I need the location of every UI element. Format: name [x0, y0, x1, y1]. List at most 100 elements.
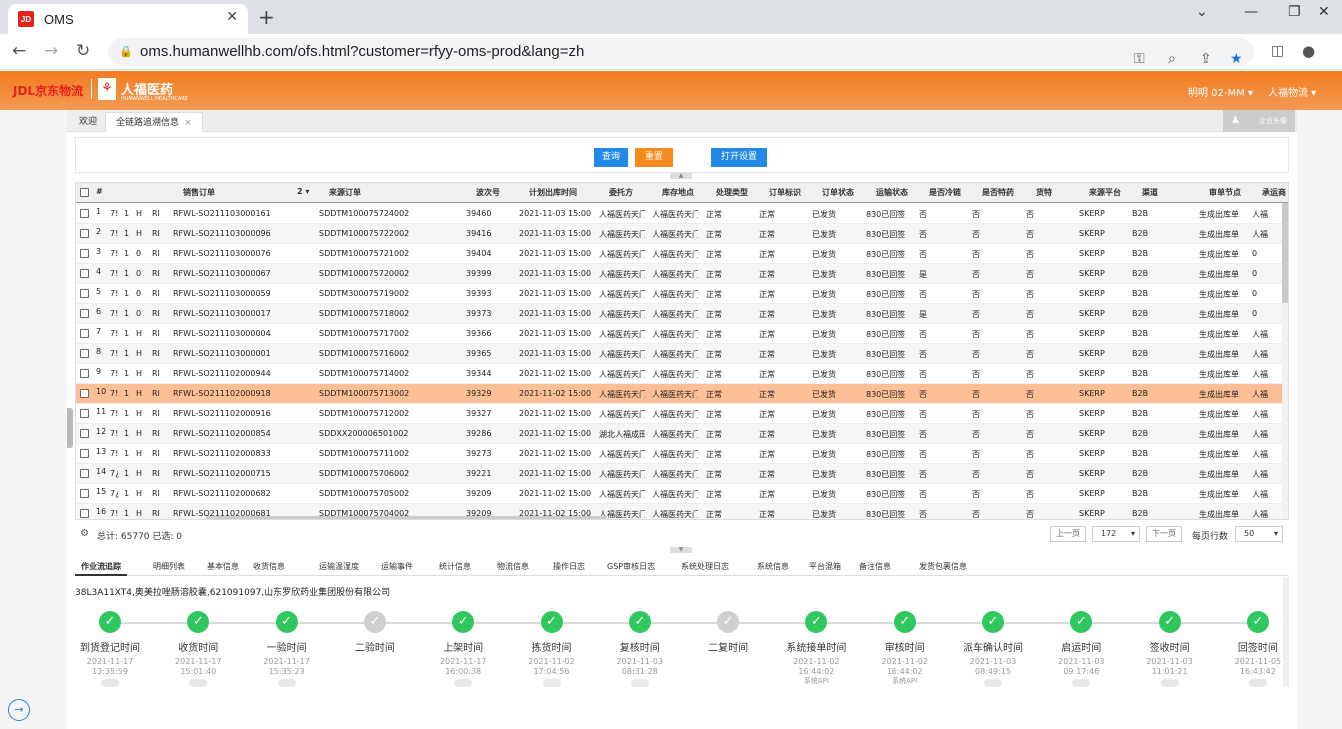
- minimize-icon[interactable]: —: [1244, 4, 1258, 20]
- row-checkbox[interactable]: [80, 409, 89, 418]
- grid-vertical-scrollbar[interactable]: [1282, 203, 1288, 519]
- row-checkbox[interactable]: [80, 449, 89, 458]
- grid-horizontal-scrollbar[interactable]: [206, 516, 606, 519]
- detail-tab[interactable]: 备注信息: [853, 558, 897, 576]
- row-checkbox[interactable]: [80, 309, 89, 318]
- query-button[interactable]: 查询: [594, 148, 628, 167]
- table-row[interactable]: 5 7! 1 0 RI RFWL-SO211103000059 SDDTM300075719…: [76, 284, 1288, 304]
- reset-button[interactable]: 重置: [635, 148, 673, 167]
- table-row[interactable]: 12 7! 1 H RI RFWL-SO211102000854 SDDXX20000650…: [76, 424, 1288, 444]
- detail-tab[interactable]: 收货信息: [247, 558, 291, 576]
- sidepanel-icon[interactable]: ◫: [1271, 43, 1284, 59]
- detail-tab[interactable]: 操作日志: [547, 558, 591, 576]
- row-checkbox[interactable]: [80, 249, 89, 258]
- table-row[interactable]: 9 7! 1 H RI RFWL-SO211102000944 SDDTM100075714…: [76, 364, 1288, 384]
- col-process-type[interactable]: 处理类型: [716, 187, 748, 198]
- table-row[interactable]: 7 7! 1 H RI RFWL-SO211103000004 SDDTM100075717…: [76, 324, 1288, 344]
- detail-tab[interactable]: 明细列表: [147, 558, 191, 576]
- col-source-order[interactable]: 来源订单: [329, 187, 361, 198]
- col-platform[interactable]: 来源平台: [1089, 187, 1121, 198]
- detail-tab[interactable]: 平台混箱: [803, 558, 847, 576]
- restore-icon[interactable]: ❐: [1288, 4, 1301, 20]
- forward-icon[interactable]: →: [44, 41, 58, 61]
- table-row[interactable]: 3 7! 1 0 RI RFWL-SO211103000076 SDDTM100075721…: [76, 244, 1288, 264]
- col-order-status[interactable]: 订单状态: [822, 187, 854, 198]
- table-row[interactable]: 10 7! 1 H RI RFWL-SO211102000918 SDDTM10007571…: [76, 384, 1288, 404]
- row-checkbox[interactable]: [80, 329, 89, 338]
- detail-tab[interactable]: 发货包裹信息: [913, 558, 973, 576]
- detail-tab[interactable]: 运输事件: [375, 558, 419, 576]
- row-checkbox[interactable]: [80, 349, 89, 358]
- table-row[interactable]: 14 7¿ 1 H RI RFWL-SO211102000715 SDDTM10007570…: [76, 464, 1288, 484]
- row-checkbox[interactable]: [80, 509, 89, 518]
- table-row[interactable]: 15 7¿ 1 H RI RFWL-SO211102000682 SDDTM10007570…: [76, 484, 1288, 504]
- profile-icon[interactable]: ●: [1302, 42, 1315, 60]
- collapse-detail-icon[interactable]: ▼: [670, 547, 692, 553]
- col-warehouse[interactable]: 库存地点: [662, 187, 694, 198]
- url-input[interactable]: 🔒 oms.humanwellhb.com/ofs.html?customer=…: [108, 38, 1254, 66]
- next-page-button[interactable]: 下一页: [1146, 526, 1182, 542]
- open-settings-button[interactable]: 打开设置: [711, 148, 767, 167]
- row-checkbox[interactable]: [80, 469, 89, 478]
- back-icon[interactable]: ←: [12, 41, 26, 61]
- col-goods[interactable]: 货特: [1036, 187, 1052, 198]
- table-row[interactable]: 4 7! 1 0 RI RFWL-SO211103000067 SDDTM100075720…: [76, 264, 1288, 284]
- row-checkbox[interactable]: [80, 289, 89, 298]
- expand-sidebar-icon[interactable]: →: [8, 699, 30, 721]
- row-checkbox[interactable]: [80, 229, 89, 238]
- corp-avatar-button[interactable]: ♟ 企业头像: [1223, 110, 1295, 132]
- col-consignor[interactable]: 委托方: [609, 187, 633, 198]
- detail-tab[interactable]: 物流信息: [491, 558, 535, 576]
- zoom-icon[interactable]: ⌕: [1168, 44, 1176, 72]
- row-checkbox[interactable]: [80, 389, 89, 398]
- col-wave[interactable]: 波次号: [476, 187, 500, 198]
- col-order-flag[interactable]: 订单标识: [769, 187, 801, 198]
- detail-tab[interactable]: 系统处理日志: [675, 558, 735, 576]
- user-menu[interactable]: 明明 02-MM ▾: [1188, 84, 1253, 99]
- select-all-checkbox[interactable]: [80, 188, 89, 197]
- bookmark-star-icon[interactable]: ★: [1230, 44, 1243, 72]
- row-checkbox[interactable]: [80, 269, 89, 278]
- per-page-select[interactable]: 50 ▾: [1235, 526, 1283, 542]
- row-checkbox[interactable]: [80, 489, 89, 498]
- prev-page-button[interactable]: 上一页: [1050, 526, 1086, 542]
- row-checkbox[interactable]: [80, 429, 89, 438]
- grid-settings-icon[interactable]: ⚙: [80, 528, 89, 539]
- collapse-toolbar-icon[interactable]: ▲: [670, 173, 692, 179]
- grid-scroll-thumb[interactable]: [1282, 203, 1288, 303]
- browser-tab[interactable]: JD OMS ✕: [8, 4, 248, 34]
- close-tab-trace-icon[interactable]: ×: [184, 118, 192, 128]
- col-special[interactable]: 是否特药: [982, 187, 1014, 198]
- row-checkbox[interactable]: [80, 369, 89, 378]
- page-select[interactable]: 172 ▾: [1092, 526, 1140, 542]
- share-icon[interactable]: ⇪: [1200, 44, 1212, 72]
- table-row[interactable]: 11 7! 1 H RI RFWL-SO211102000916 SDDTM10007571…: [76, 404, 1288, 424]
- col-audit[interactable]: 审单节点: [1209, 187, 1241, 198]
- tab-trace[interactable]: 全链路追溯信息 ×: [105, 112, 203, 132]
- new-tab-icon[interactable]: +: [258, 5, 275, 29]
- detail-scrollbar[interactable]: [1283, 577, 1289, 687]
- close-window-icon[interactable]: ✕: [1318, 4, 1330, 20]
- col-sort-indicator[interactable]: 2 ▾: [297, 187, 309, 196]
- table-row[interactable]: 2 7! 1 H RI RFWL-SO211103000096 SDDTM100075722…: [76, 224, 1288, 244]
- detail-tab[interactable]: 作业流追踪: [75, 558, 127, 576]
- tab-welcome[interactable]: 欢迎: [69, 112, 107, 132]
- table-row[interactable]: 13 7! 1 H RI RFWL-SO211102000833 SDDTM10007571…: [76, 444, 1288, 464]
- close-tab-icon[interactable]: ✕: [226, 9, 238, 25]
- col-transport-status[interactable]: 运输状态: [876, 187, 908, 198]
- table-row[interactable]: 8 7! 1 H RI RFWL-SO211103000001 SDDTM100075716…: [76, 344, 1288, 364]
- key-icon[interactable]: ⚿: [1134, 44, 1145, 72]
- detail-tab[interactable]: 系统信息: [751, 558, 795, 576]
- tab-search-icon[interactable]: ⌄: [1196, 4, 1208, 20]
- left-drawer-handle[interactable]: [67, 408, 73, 448]
- col-sales-order[interactable]: 销售订单: [183, 187, 215, 198]
- detail-tab[interactable]: GSP审核日志: [601, 558, 661, 576]
- col-carrier[interactable]: 承运商: [1262, 187, 1286, 198]
- col-plan-time[interactable]: 计划出库时间: [529, 187, 577, 198]
- row-checkbox[interactable]: [80, 209, 89, 218]
- detail-tab[interactable]: 基本信息: [201, 558, 245, 576]
- col-channel[interactable]: 渠道: [1142, 187, 1158, 198]
- org-menu[interactable]: 人福物流 ▾: [1268, 84, 1316, 99]
- table-row[interactable]: 1 7! 1 H RI RFWL-SO211103000161 SDDTM100075724…: [76, 204, 1288, 224]
- reload-icon[interactable]: ↻: [76, 41, 90, 61]
